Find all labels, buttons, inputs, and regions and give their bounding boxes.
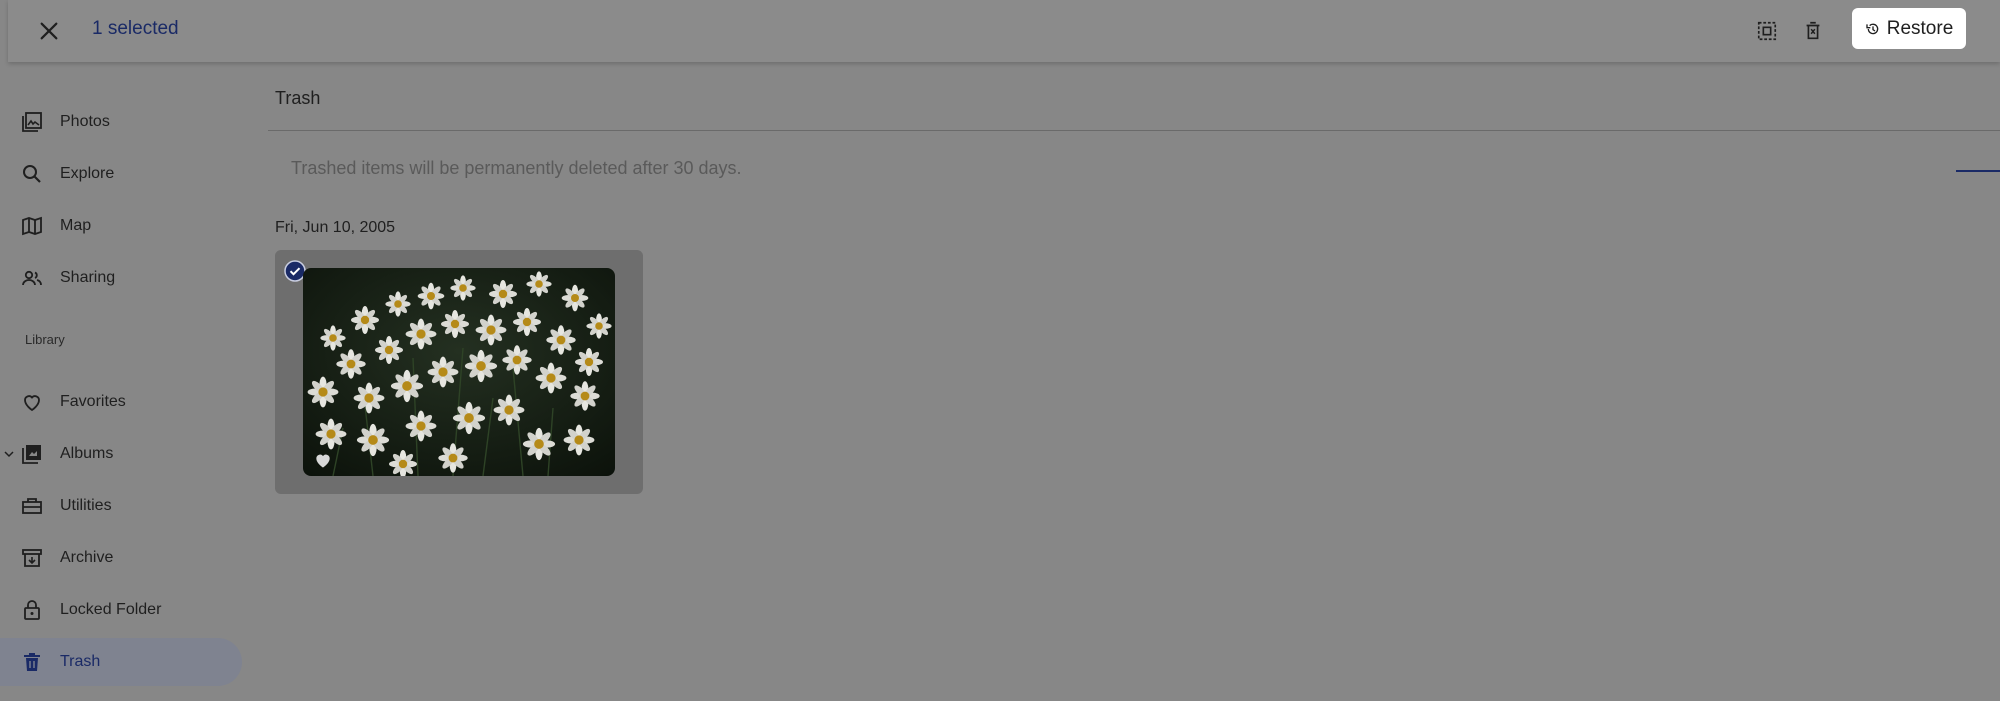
sidebar-item-sharing[interactable]: Sharing — [0, 254, 242, 302]
sidebar-item-label: Locked Folder — [60, 601, 162, 618]
trash-notice: Trashed items will be permanently delete… — [291, 158, 742, 178]
people-icon — [22, 270, 42, 286]
sidebar-item-archive[interactable]: Archive — [0, 534, 242, 582]
selection-toolbar: 1 selected Restore — [8, 0, 2000, 62]
sidebar-item-photos[interactable]: Photos — [0, 98, 242, 146]
page-title: Trash — [275, 88, 321, 108]
sidebar-item-map[interactable]: Map — [0, 202, 242, 250]
sidebar-item-label: Albums — [60, 445, 114, 462]
sidebar: Photos Explore Map Sharing Library Favor… — [0, 62, 250, 701]
sidebar-item-label: Utilities — [60, 497, 112, 514]
chevron-down-icon[interactable] — [3, 448, 15, 460]
search-icon — [23, 165, 41, 183]
divider — [268, 130, 2000, 131]
restore-button[interactable]: Restore — [1852, 8, 1966, 49]
sidebar-item-label: Map — [60, 217, 92, 234]
sidebar-item-favorites[interactable]: Favorites — [0, 378, 242, 426]
sidebar-item-albums[interactable]: Albums — [0, 430, 242, 478]
favorite-heart-icon[interactable] — [313, 450, 333, 470]
main-content: Trash Trashed items will be permanently … — [268, 62, 2000, 701]
close-icon — [40, 22, 58, 40]
selected-count: 1 selected — [92, 18, 179, 39]
sidebar-item-label: Trash — [60, 653, 101, 670]
select-all-icon — [1757, 21, 1777, 41]
trash-icon — [24, 653, 40, 671]
archive-icon — [22, 549, 42, 567]
sidebar-item-trash[interactable]: Trash — [0, 638, 242, 686]
progress-indicator — [1956, 170, 2000, 172]
daisy-flowers-image — [303, 268, 615, 476]
delete-forever-button[interactable] — [1794, 12, 1832, 50]
sidebar-item-label: Photos — [60, 113, 110, 130]
albums-icon — [22, 445, 41, 464]
select-all-button[interactable] — [1748, 12, 1786, 50]
sidebar-item-label: Favorites — [60, 393, 126, 410]
sidebar-item-label: Sharing — [60, 269, 116, 286]
restore-label: Restore — [1886, 17, 1954, 39]
sidebar-item-label: Explore — [60, 165, 115, 182]
delete-forever-icon — [1806, 21, 1820, 40]
close-selection-button[interactable] — [30, 12, 68, 50]
heart-icon — [24, 395, 40, 412]
sidebar-item-label: Archive — [60, 549, 114, 566]
photo-thumbnail[interactable] — [303, 268, 615, 476]
date-header: Fri, Jun 10, 2005 — [275, 219, 396, 236]
sidebar-item-explore[interactable]: Explore — [0, 150, 242, 198]
lock-icon — [24, 600, 40, 620]
restore-icon — [1866, 23, 1879, 34]
library-section-label: Library — [25, 332, 65, 347]
sidebar-item-utilities[interactable]: Utilities — [0, 482, 242, 530]
photo-tile[interactable] — [275, 250, 643, 494]
map-icon — [22, 216, 42, 236]
photos-icon — [22, 112, 42, 132]
utilities-icon — [22, 498, 42, 514]
sidebar-item-locked-folder[interactable]: Locked Folder — [0, 586, 242, 634]
